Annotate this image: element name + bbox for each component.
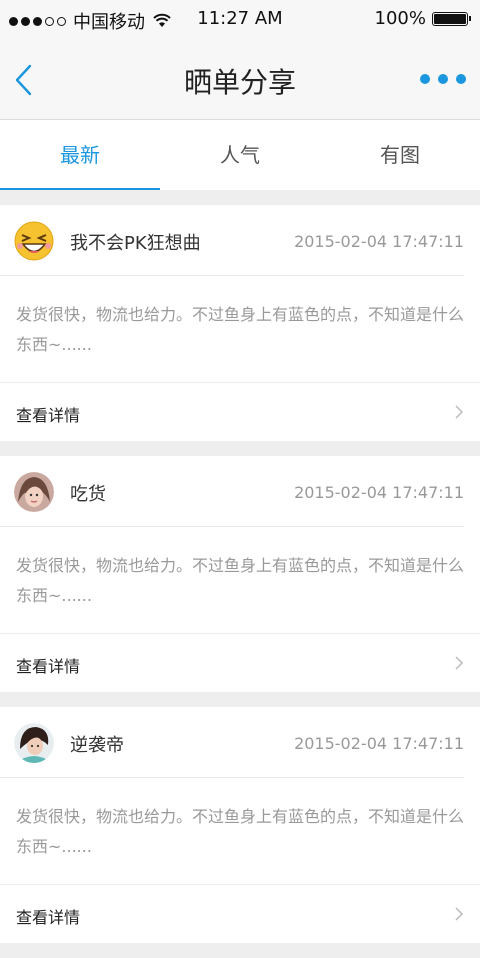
chevron-right-icon (455, 405, 464, 419)
review-card: 吃货 2015-02-04 17:47:11 发货很快，物流也给力。不过鱼身上有… (0, 456, 480, 692)
post-time: 2015-02-04 17:47:11 (294, 483, 464, 502)
battery-percent: 100% (374, 8, 426, 29)
view-details-row[interactable]: 查看详情 (0, 634, 480, 692)
card-header: 吃货 2015-02-04 17:47:11 (0, 456, 464, 527)
view-details-row[interactable]: 查看详情 (0, 383, 480, 441)
view-details-row[interactable]: 查看详情 (0, 885, 480, 943)
username[interactable]: 吃货 (70, 480, 106, 506)
username[interactable]: 我不会PK狂想曲 (70, 229, 201, 255)
post-time: 2015-02-04 17:47:11 (294, 232, 464, 251)
view-details-label: 查看详情 (16, 406, 81, 425)
more-dots-icon (438, 74, 448, 84)
card-header: 我不会PK狂想曲 2015-02-04 17:47:11 (0, 205, 464, 276)
review-card: 逆袭帝 2015-02-04 17:47:11 发货很快，物流也给力。不过鱼身上… (0, 707, 480, 943)
tab-with-images[interactable]: 有图 (320, 120, 480, 190)
card-header: 逆袭帝 2015-02-04 17:47:11 (0, 707, 464, 778)
girl-photo-avatar[interactable] (14, 472, 54, 512)
tab-bar: 最新 人气 有图 (0, 120, 480, 190)
view-details-label: 查看详情 (16, 908, 81, 927)
review-card: 我不会PK狂想曲 2015-02-04 17:47:11 发货很快，物流也给力。… (0, 205, 480, 441)
girl-photo-avatar[interactable] (14, 723, 54, 763)
page-title: 晒单分享 (183, 66, 296, 99)
status-bar: 中国移动 11:27 AM 100% (0, 0, 480, 40)
more-dots-icon (456, 74, 466, 84)
more-dots-icon (420, 74, 430, 84)
nav-bar: 晒单分享 (0, 40, 480, 120)
battery-status: 100% (374, 8, 471, 29)
tab-latest[interactable]: 最新 (0, 120, 160, 190)
review-text: 发货很快，物流也给力。不过鱼身上有蓝色的点，不知道是什么东西~...... (0, 778, 480, 885)
chevron-right-icon (455, 907, 464, 921)
review-text: 发货很快，物流也给力。不过鱼身上有蓝色的点，不知道是什么东西~...... (0, 276, 480, 383)
review-text: 发货很快，物流也给力。不过鱼身上有蓝色的点，不知道是什么东西~...... (0, 527, 480, 634)
chevron-right-icon (455, 656, 464, 670)
laughing-emoji-avatar[interactable] (14, 221, 54, 261)
tab-popular[interactable]: 人气 (160, 120, 320, 190)
username[interactable]: 逆袭帝 (70, 731, 124, 757)
battery-icon (432, 11, 471, 26)
view-details-label: 查看详情 (16, 657, 81, 676)
review-feed: 我不会PK狂想曲 2015-02-04 17:47:11 发货很快，物流也给力。… (0, 205, 480, 958)
post-time: 2015-02-04 17:47:11 (294, 734, 464, 753)
more-button[interactable] (420, 74, 466, 84)
